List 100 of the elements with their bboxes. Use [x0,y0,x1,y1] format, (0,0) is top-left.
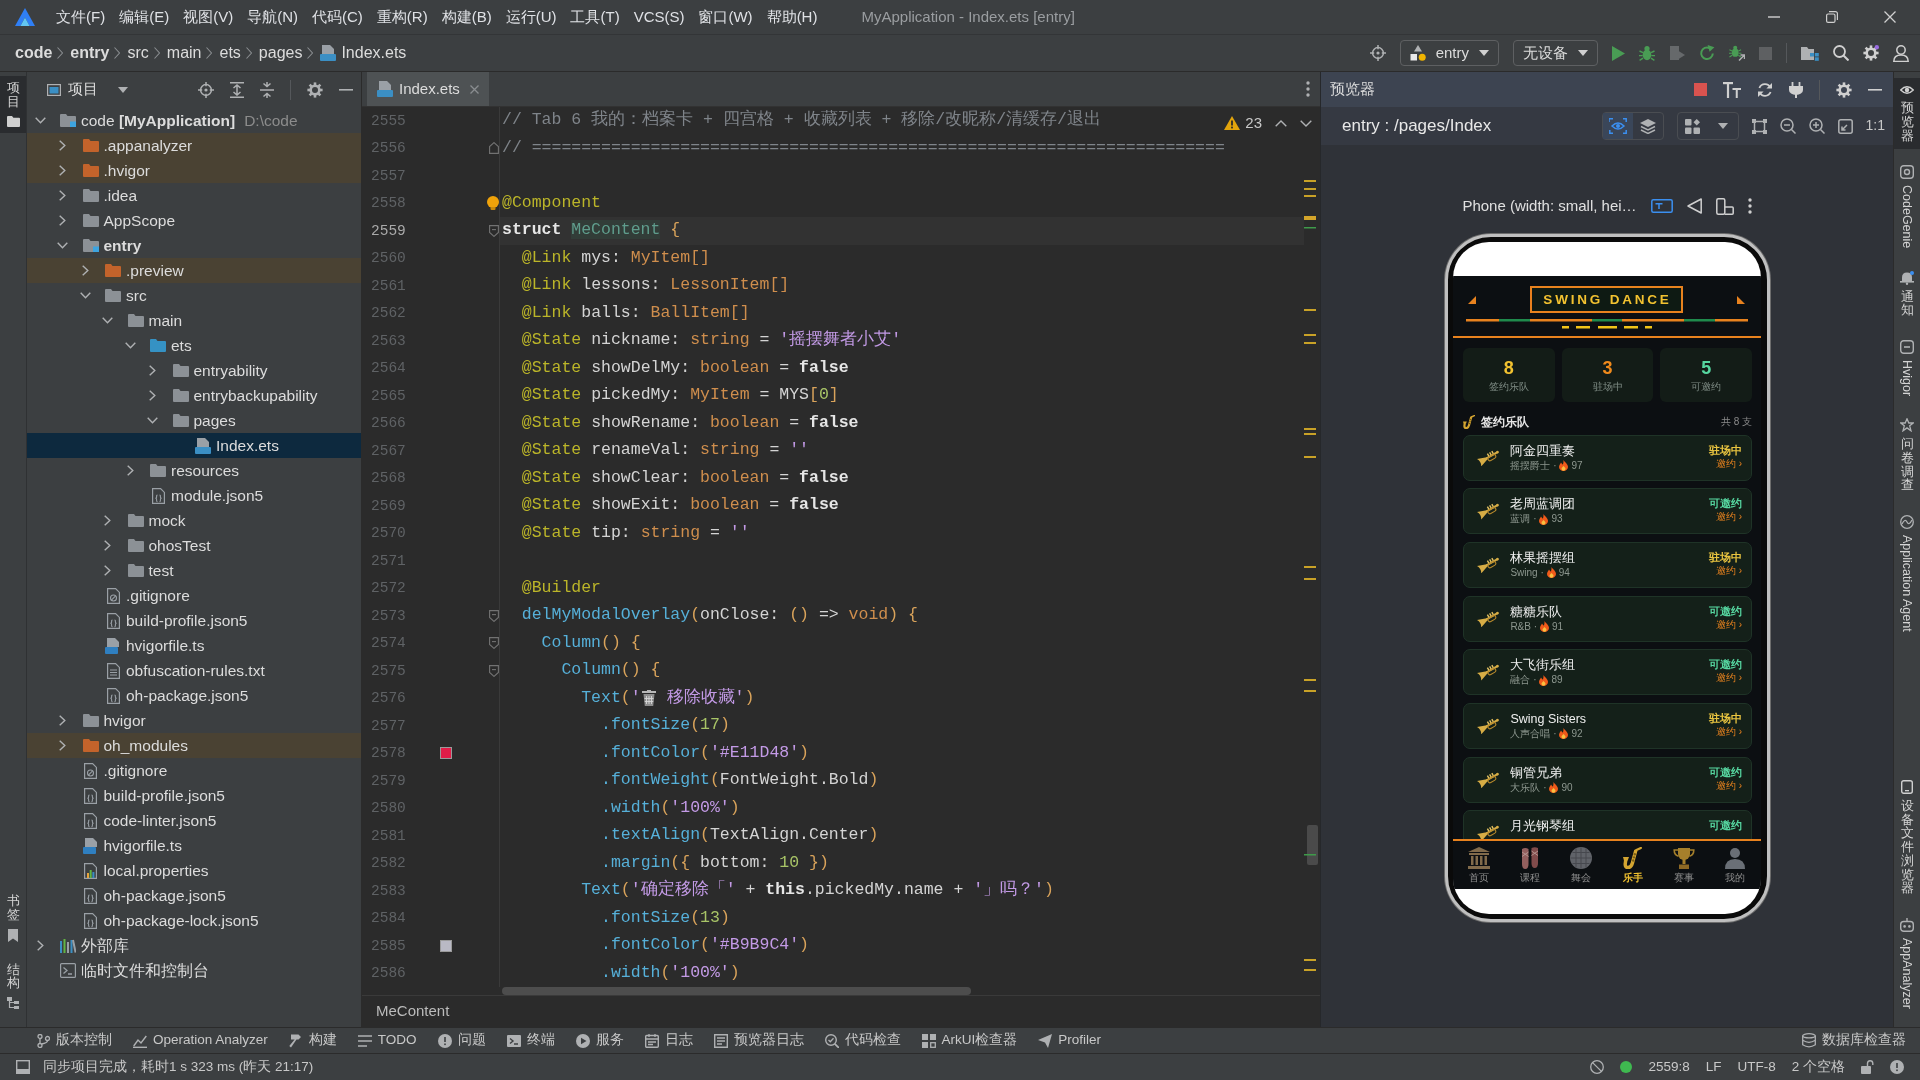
device-dropdown[interactable]: 无设备 [1513,40,1598,66]
tool-window-tab[interactable]: 设备文件浏览器 [1894,773,1920,903]
band-card[interactable]: 大飞街乐组 融合 · 89 可邀约 邀约 › [1463,649,1752,696]
plug-icon[interactable] [1789,81,1803,98]
chevron-right-icon[interactable] [36,940,44,951]
frame-icon[interactable] [1751,118,1767,134]
chevron-right-icon[interactable] [59,215,66,226]
color-swatch-icon[interactable] [440,939,452,952]
more-icon[interactable] [1747,198,1752,214]
tool-window-button[interactable]: 版本控制 [37,1032,112,1049]
editor-tab[interactable]: Index.ets [367,72,489,106]
caret-down-icon[interactable] [1717,123,1728,129]
band-card[interactable]: 糖糖乐队 R&B · 91 可邀约 邀约 › [1463,595,1752,642]
tree-item[interactable]: obfuscation-rules.txt [27,658,361,683]
tree-item[interactable]: .gitignore [27,758,361,783]
chevron-right-icon[interactable] [104,565,111,576]
tool-window-tab[interactable]: 项目 [0,76,26,133]
menu-item[interactable]: 帮助(H) [766,7,818,27]
tree-item[interactable]: test [27,558,361,583]
chevron-down-icon[interactable] [147,417,158,424]
tool-window-button[interactable]: 终端 [506,1032,555,1049]
breadcrumb-item[interactable]: entry [70,43,110,63]
tree-item[interactable]: local.properties [27,858,361,883]
tree-item[interactable]: main [27,308,361,333]
menu-item[interactable]: 工具(T) [570,7,620,27]
caret-position[interactable]: 2559:8 [1648,1058,1690,1076]
tool-window-tab[interactable]: 问卷调查 [1894,412,1920,500]
restart-icon[interactable] [1699,45,1715,61]
indent-setting[interactable]: 2 个空格 [1791,1058,1845,1076]
tree-item[interactable]: oh-package.json5 [27,683,361,708]
inspector-toggle[interactable] [1602,113,1633,139]
menu-item[interactable]: 重构(R) [376,7,428,27]
chevron-right-icon[interactable] [59,140,66,151]
folder-grid-icon[interactable] [1801,45,1819,61]
rotate-icon[interactable] [1715,197,1734,215]
menu-item[interactable]: VCS(S) [633,7,685,27]
nav-tab[interactable]: 乐手 [1607,841,1659,889]
tool-window-tab[interactable]: Hvigor [1894,334,1920,403]
chevron-down-icon[interactable] [102,317,113,324]
tool-window-button[interactable]: 问题 [437,1032,486,1049]
chevron-right-icon[interactable] [59,715,66,726]
tool-window-button[interactable]: 数据库检查器 [1802,1032,1906,1049]
close-icon[interactable] [1884,11,1896,23]
view-selector[interactable]: 项目 [68,80,128,99]
breadcrumb-item[interactable]: pages [258,43,303,63]
refresh-icon[interactable] [1757,81,1773,98]
tree-item[interactable]: AppScope [27,208,361,233]
menu-item[interactable]: 窗口(W) [698,7,753,27]
breadcrumb-item[interactable]: src [127,43,149,63]
tool-window-button[interactable]: ArkUI检查器 [921,1032,1018,1049]
tool-window-button[interactable]: 服务 [575,1032,624,1049]
text-box-icon[interactable] [1650,199,1673,213]
tree-item[interactable]: .idea [27,183,361,208]
circle-slash-icon[interactable] [1590,1060,1605,1074]
tool-window-tab[interactable]: Application Agent [1894,509,1920,638]
menu-item[interactable]: 运行(U) [505,7,557,27]
zoom-in-icon[interactable] [1808,118,1825,134]
tool-window-button[interactable]: 日志 [644,1032,693,1049]
chevron-right-icon[interactable] [149,390,156,401]
band-card[interactable]: 阿金四重奏 摇摆爵士 · 97 驻场中 邀约 › [1463,434,1752,481]
band-card[interactable]: 月光钢琴组 可邀约 [1463,810,1752,839]
fit-icon[interactable] [1837,118,1853,134]
invite-link[interactable]: 邀约 › [1715,457,1742,470]
nav-tab[interactable]: 我的 [1709,841,1761,889]
chevron-right-icon[interactable] [149,365,156,376]
invite-link[interactable]: 邀约 › [1715,564,1742,577]
tool-window-tab[interactable]: 通知 [1894,264,1920,324]
tree-item[interactable]: oh-package.json5 [27,883,361,908]
tree-item[interactable]: hvigorfile.ts [27,633,361,658]
tree-item[interactable]: mock [27,508,361,533]
fold-icon[interactable] [489,664,499,677]
tool-window-tab[interactable]: 书签 [0,889,26,948]
chevron-down-icon[interactable] [1300,119,1312,127]
nav-tab[interactable]: 首页 [1453,841,1505,889]
menu-item[interactable]: 视图(V) [183,7,234,27]
expand-all-icon[interactable] [230,81,244,98]
breadcrumb-item[interactable]: code [15,43,53,63]
back-icon[interactable] [1686,198,1702,214]
problems-indicator[interactable]: 23 [1224,114,1262,133]
locate-icon[interactable] [198,81,214,98]
file-encoding[interactable]: UTF-8 [1737,1058,1776,1076]
fold-icon[interactable] [489,637,499,650]
tree-item[interactable]: 外部库 [27,933,361,958]
tree-item[interactable]: pages [27,408,361,433]
tree-item[interactable]: build-profile.json5 [27,608,361,633]
tool-window-button[interactable]: Profiler [1038,1032,1102,1049]
tree-item[interactable]: resources [27,458,361,483]
band-card[interactable]: 老周蓝调团 蓝调 · 93 可邀约 邀约 › [1463,488,1752,535]
padlock-icon[interactable] [1861,1060,1874,1074]
run-icon[interactable] [1612,45,1625,61]
scrollbar-thumb[interactable] [502,987,971,995]
tree-item[interactable]: entrybackupability [27,383,361,408]
tree-item[interactable]: code-linter.json5 [27,808,361,833]
chevron-up-icon[interactable] [1275,119,1287,127]
invite-link[interactable]: 邀约 › [1715,511,1742,524]
alert-icon[interactable] [1890,1060,1904,1074]
tree-item[interactable]: 临时文件和控制台 [27,958,361,983]
tool-window-tab[interactable]: AppAnalyzer [1894,912,1920,1015]
bug-arrow-icon[interactable] [1729,45,1745,61]
nav-tab[interactable]: 课程 [1504,841,1556,889]
